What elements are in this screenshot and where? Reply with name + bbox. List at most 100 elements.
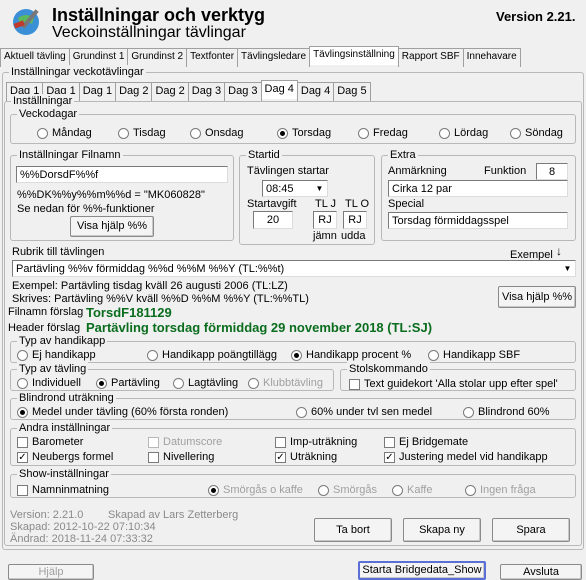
- checkbox-namninmatning[interactable]: Namninmatning: [17, 484, 109, 496]
- page-subtitle: Veckoinställningar tävlingar: [52, 24, 246, 41]
- radio-handikapp-sbf[interactable]: Handikapp SBF: [428, 349, 520, 361]
- heading-select[interactable]: Partävling %%v förmiddag %%d %%M %%Y (TL…: [12, 260, 576, 277]
- note-input[interactable]: Cirka 12 par: [388, 180, 568, 197]
- radio-dot-selected: [291, 349, 302, 361]
- radio-tisdag[interactable]: Tisdag: [118, 127, 166, 139]
- checkbox-justering-medel[interactable]: ✓ Justering medel vid handikapp: [384, 451, 548, 463]
- fee-input[interactable]: 20: [253, 211, 293, 229]
- radio-dot: [190, 127, 201, 139]
- heading-written: Skrives: Partävling %%V kväll %%D %%M %%…: [12, 293, 309, 305]
- radio-ingen-fraga: Ingen fråga: [465, 484, 536, 496]
- settings-label: Inställningar: [11, 94, 75, 108]
- checkbox-guidekort[interactable]: Text guidekort 'Alla stolar upp efter sp…: [349, 378, 558, 390]
- radio-individuell[interactable]: Individuell: [17, 377, 81, 389]
- radio-dot: [17, 349, 28, 361]
- tab-day-1c[interactable]: Dag 1: [78, 82, 117, 101]
- start-bridgedata-button[interactable]: Starta Bridgedata_Show: [358, 561, 486, 580]
- tab-rapport-sbf[interactable]: Rapport SBF: [397, 48, 464, 67]
- checkbox-box: [17, 436, 28, 448]
- tab-day-2a[interactable]: Dag 2: [115, 82, 153, 101]
- radio-smorgas: Smörgås: [318, 484, 377, 496]
- radio-onsdag[interactable]: Onsdag: [190, 127, 244, 139]
- radio-handikapp-procent[interactable]: Handikapp procent %: [291, 349, 411, 361]
- radio-lordag[interactable]: Lördag: [439, 127, 488, 139]
- fee-label: Startavgift: [247, 198, 297, 210]
- delete-button[interactable]: Ta bort: [314, 518, 392, 542]
- radio-dot: [118, 127, 129, 139]
- radio-partavling[interactable]: Partävling: [96, 377, 160, 389]
- radio-dot: [173, 377, 184, 389]
- radio-ej-handikapp[interactable]: Ej handikapp: [17, 349, 96, 361]
- special-input[interactable]: Torsdag förmiddagsspel: [388, 212, 568, 229]
- tlo-input[interactable]: RJ: [343, 211, 367, 229]
- page-title: Inställningar och verktyg: [52, 5, 266, 25]
- radio-dot: [296, 406, 307, 418]
- checkbox-neubergs-formel[interactable]: ✓ Neubergs formel: [17, 451, 113, 463]
- checkbox-nivellering[interactable]: Nivellering: [148, 451, 214, 463]
- radio-dot: [510, 127, 521, 139]
- radio-dot: [358, 127, 369, 139]
- radio-fredag[interactable]: Fredag: [358, 127, 408, 139]
- radio-klubbtavling: Klubbtävling: [248, 377, 323, 389]
- radio-dot-selected: [96, 377, 107, 389]
- arrow-down-icon: ↓: [556, 244, 562, 258]
- meta-changed: Ändrad: 2018-11-24 07:33:32: [10, 533, 153, 545]
- radio-dot-selected: [208, 484, 219, 496]
- radio-dot: [147, 349, 158, 361]
- filename-label: Inställningar Filnamn: [17, 148, 123, 162]
- filename-help-button[interactable]: Visa hjälp %%: [70, 216, 154, 237]
- radio-sondag[interactable]: Söndag: [510, 127, 563, 139]
- radio-blindrond-60[interactable]: Blindrond 60%: [463, 406, 550, 418]
- blind-label: Blindrond uträkning: [17, 391, 116, 405]
- checkbox-utrakning[interactable]: ✓ Uträkning: [275, 451, 337, 463]
- checkbox-box: [349, 378, 360, 390]
- meta-created: Skapad: 2012-10-22 07:10:34: [10, 521, 156, 533]
- filename-input[interactable]: %%DorsdF%%f: [16, 166, 228, 183]
- start-time-label: Tävlingen startar: [247, 165, 329, 177]
- heading-label: Rubrik till tävlingen: [12, 246, 105, 258]
- odd-label: udda: [341, 230, 366, 242]
- tab-textfonter[interactable]: Textfonter: [186, 48, 239, 67]
- tab-day-2b[interactable]: Dag 2: [151, 82, 189, 101]
- radio-handikapp-poang[interactable]: Handikapp poängtillägg: [147, 349, 277, 361]
- note-label: Anmärkning: [388, 165, 447, 177]
- tab-tavlingsinstallning[interactable]: Tävlingsinställning: [309, 46, 399, 65]
- checkbox-box: [17, 484, 28, 496]
- radio-medel-under-tavling[interactable]: Medel under tävling (60% första ronden): [17, 406, 228, 418]
- tab-tavlingsledare[interactable]: Tävlingsledare: [237, 48, 311, 67]
- checkbox-box: [275, 436, 286, 448]
- radio-torsdag[interactable]: Torsdag: [277, 127, 331, 139]
- check-icon: ✓: [275, 451, 286, 463]
- version-label: Version 2.21.: [496, 9, 576, 24]
- tab-day-4a[interactable]: Dag 4: [260, 80, 298, 99]
- checkbox-barometer[interactable]: Barometer: [17, 436, 83, 448]
- filename-suggestion: TorsdF181129: [86, 305, 172, 320]
- tab-day-4b[interactable]: Dag 4: [296, 82, 335, 101]
- radio-dot: [37, 127, 48, 139]
- header-suggestion: Partävling torsdag förmiddag 29 november…: [86, 320, 433, 335]
- radio-lagtavling[interactable]: Lagtävling: [173, 377, 238, 389]
- tab-day-3b[interactable]: Dag 3: [224, 82, 262, 101]
- create-new-button[interactable]: Skapa ny: [403, 518, 481, 542]
- radio-60-under-tvl[interactable]: 60% under tvl sen medel: [296, 406, 432, 418]
- function-input[interactable]: 8: [536, 163, 568, 180]
- heading-help-button[interactable]: Visa hjälp %%: [498, 286, 576, 308]
- table-command-label: Stolskommando: [347, 362, 430, 376]
- handicap-label: Typ av handikapp: [17, 334, 108, 348]
- checkbox-box: [148, 451, 159, 463]
- checkbox-box: [384, 436, 395, 448]
- tlj-input[interactable]: RJ: [313, 211, 337, 229]
- check-icon: ✓: [384, 451, 395, 463]
- checkbox-imp-utrakning[interactable]: Imp-uträkning: [275, 436, 357, 448]
- start-time-select[interactable]: 08:45 ▼: [262, 180, 328, 197]
- radio-mandag[interactable]: Måndag: [37, 127, 92, 139]
- tab-day-3a[interactable]: Dag 3: [187, 82, 226, 101]
- header-suggestion-label: Header förslag: [8, 322, 81, 334]
- save-button[interactable]: Spara: [492, 518, 570, 542]
- chevron-down-icon: ▼: [315, 184, 324, 193]
- tab-day-5[interactable]: Dag 5: [333, 82, 371, 101]
- tab-innehavare[interactable]: Innehavare: [462, 48, 521, 67]
- radio-dot-selected: [17, 406, 28, 418]
- show-label: Show-inställningar: [17, 467, 111, 481]
- checkbox-ej-bridgemate[interactable]: Ej Bridgemate: [384, 436, 468, 448]
